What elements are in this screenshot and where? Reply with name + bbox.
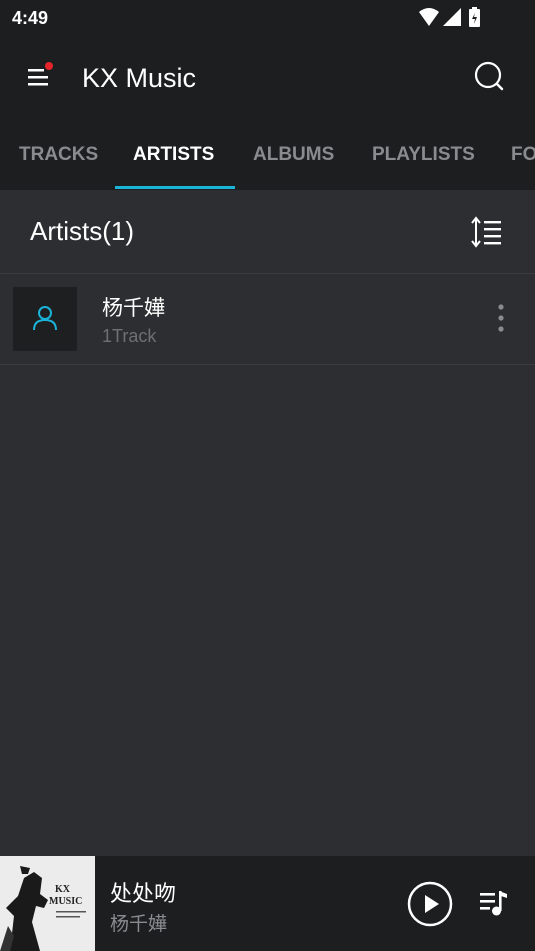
cover-text-kx: KX <box>55 884 71 895</box>
menu-icon <box>28 62 53 86</box>
queue-button[interactable] <box>478 888 510 920</box>
cover-text-music: MUSIC <box>49 896 82 907</box>
play-button[interactable] <box>406 880 454 928</box>
tab-folders[interactable]: FO <box>511 118 535 190</box>
status-icons <box>417 6 497 30</box>
wifi-icon <box>419 8 439 26</box>
sort-icon <box>471 216 501 248</box>
search-button[interactable] <box>471 58 507 94</box>
section-header: Artists(1) <box>0 190 535 274</box>
app-title: KX Music <box>82 63 197 93</box>
queue-music-icon <box>480 891 507 916</box>
play-icon <box>407 881 453 927</box>
app-bar: KX Music <box>0 38 535 118</box>
tab-tracks[interactable]: TRACKS <box>19 118 98 190</box>
more-vert-icon <box>498 304 504 332</box>
tab-artists[interactable]: ARTISTS <box>133 118 214 190</box>
artist-name: 杨千嬅 <box>102 297 165 320</box>
tab-bar: TRACKS ARTISTS ALBUMS PLAYLISTS FO <box>0 118 535 190</box>
tab-indicator <box>115 186 235 189</box>
avatar <box>13 287 77 351</box>
sort-button[interactable] <box>471 216 503 248</box>
artist-track-count: 1Track <box>102 326 157 346</box>
person-icon <box>33 306 57 331</box>
song-artist: 杨千嬅 <box>110 914 168 935</box>
list-item[interactable]: 杨千嬅 1Track <box>0 274 535 365</box>
more-options-button[interactable] <box>491 302 511 336</box>
album-cover: KX MUSIC <box>0 856 95 951</box>
status-bar: 4:49 <box>0 0 535 38</box>
now-playing-bar[interactable]: KX MUSIC 处处吻 杨千嬅 <box>0 856 535 951</box>
status-time: 4:49 <box>12 8 49 28</box>
search-icon <box>474 61 504 91</box>
tab-playlists[interactable]: PLAYLISTS <box>372 118 475 190</box>
section-title: Artists(1) <box>30 216 134 246</box>
menu-button[interactable] <box>26 62 58 94</box>
song-title: 处处吻 <box>110 881 177 906</box>
battery-icon <box>469 7 480 27</box>
tab-albums[interactable]: ALBUMS <box>253 118 334 190</box>
notification-dot <box>45 62 53 70</box>
signal-icon <box>443 8 461 26</box>
